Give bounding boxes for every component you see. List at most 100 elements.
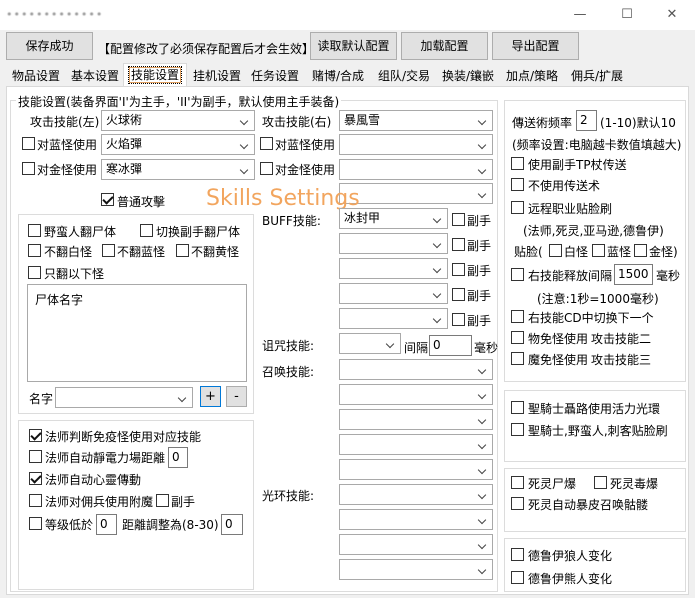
no-white-checkbox[interactable] — [28, 244, 41, 257]
buff-offhand-4-checkbox[interactable] — [452, 288, 465, 301]
tab-gamble[interactable]: 赌博/合成 — [307, 66, 369, 86]
teleport-freq-input[interactable]: 2 — [576, 110, 597, 131]
vs-blue-right-checkbox[interactable] — [260, 137, 273, 150]
level-below-input[interactable]: 0 — [96, 514, 117, 535]
barbarian-corpse-checkbox[interactable] — [28, 224, 41, 237]
right-interval-checkbox[interactable] — [511, 268, 524, 281]
vs-blue-checkbox[interactable] — [22, 137, 35, 150]
summon-label: 召唤技能: — [262, 365, 315, 379]
barbarian-corpse-label: 野蛮人翻尸体 — [44, 225, 117, 239]
tab-idle[interactable]: 挂机设置 — [190, 66, 244, 86]
maximize-icon[interactable]: ☐ — [612, 4, 642, 26]
switch-offhand-corpse-checkbox[interactable] — [140, 224, 153, 237]
buff-offhand-1-checkbox[interactable] — [452, 213, 465, 226]
summon-select-1[interactable] — [339, 359, 493, 380]
magic-immune-checkbox[interactable] — [511, 352, 524, 365]
corpse-explosion-label: 死灵尸爆 — [528, 477, 577, 491]
tab-stats[interactable]: 加点/策略 — [502, 66, 562, 86]
switch-offhand-corpse-label: 切换副手翻尸体 — [156, 225, 241, 239]
tab-items[interactable]: 物品设置 — [8, 66, 64, 86]
teleport-freq-label: 傳送術频率 — [512, 116, 573, 130]
paladin-face-checkbox[interactable] — [511, 423, 524, 436]
minimize-icon[interactable]: — — [565, 4, 595, 26]
poison-nova-label: 死灵毒爆 — [610, 477, 659, 491]
immune-switch-checkbox[interactable] — [29, 429, 42, 442]
werebear-checkbox[interactable] — [511, 571, 524, 584]
auto-telekinesis-checkbox[interactable] — [29, 472, 42, 485]
face-gold-checkbox[interactable] — [634, 244, 647, 257]
tab-quest[interactable]: 任务设置 — [248, 66, 302, 86]
curse-interval-input[interactable]: 0 — [429, 335, 472, 356]
tab-basic[interactable]: 基本设置 — [67, 66, 123, 86]
face-gold-label: 金怪) — [649, 245, 678, 259]
paladin-vigor-checkbox[interactable] — [511, 401, 524, 414]
buff-offhand-2-checkbox[interactable] — [452, 238, 465, 251]
chevron-down-icon — [431, 309, 445, 328]
vs-gold-right-select[interactable] — [339, 159, 493, 180]
attack-right-select[interactable]: 暴風雪 — [339, 110, 493, 131]
vs-blue-select[interactable]: 火焰彈 — [101, 134, 255, 155]
tab-equip[interactable]: 换装/鑲嵌 — [438, 66, 498, 86]
phys-immune-checkbox[interactable] — [511, 331, 524, 344]
auto-static-input[interactable]: 0 — [168, 447, 188, 468]
tab-skills[interactable]: 技能设置 — [123, 63, 187, 87]
buff-offhand-3-checkbox[interactable] — [452, 263, 465, 276]
vs-gold-select[interactable]: 寒冰彈 — [101, 159, 255, 180]
chevron-down-icon — [476, 535, 490, 554]
tab-merc[interactable]: 佣兵/扩展 — [566, 66, 628, 86]
werewolf-checkbox[interactable] — [511, 548, 524, 561]
attack-right-label: 攻击技能(右) — [262, 115, 332, 129]
attack-extra-select[interactable] — [339, 183, 493, 204]
add-button[interactable]: + — [200, 386, 221, 407]
buff-select-5[interactable] — [339, 308, 448, 329]
remove-button[interactable]: - — [226, 386, 247, 407]
distance-adjust-input[interactable]: 0 — [221, 514, 243, 535]
vs-gold-right-label: 对金怪使用 — [275, 163, 336, 177]
no-blue-checkbox[interactable] — [102, 244, 115, 257]
vs-gold-checkbox[interactable] — [22, 162, 35, 175]
load-default-button[interactable]: 读取默认配置 — [310, 32, 397, 60]
right-interval-input[interactable]: 1500 — [614, 264, 653, 285]
aura-select-3[interactable] — [339, 534, 493, 555]
use-offhand-tp-checkbox[interactable] — [511, 157, 524, 170]
ranged-face-checkbox[interactable] — [511, 201, 524, 214]
aura-select-4[interactable] — [339, 559, 493, 580]
corpse-list[interactable]: 尸体名字 — [27, 284, 247, 382]
no-teleport-checkbox[interactable] — [511, 178, 524, 191]
vs-gold-label: 对金怪使用 — [37, 163, 98, 177]
aura-select-2[interactable] — [339, 509, 493, 530]
merc-enchant-offhand-checkbox[interactable] — [156, 494, 169, 507]
no-yellow-checkbox[interactable] — [176, 244, 189, 257]
face-blue-checkbox[interactable] — [592, 244, 605, 257]
buff-select-3[interactable] — [339, 258, 448, 279]
buff-offhand-5-checkbox[interactable] — [452, 313, 465, 326]
auto-static-checkbox[interactable] — [29, 450, 42, 463]
vs-blue-right-select[interactable] — [339, 134, 493, 155]
only-below-checkbox[interactable] — [28, 266, 41, 279]
corpse-name-select[interactable] — [55, 387, 193, 408]
buff-select-4[interactable] — [339, 283, 448, 304]
poison-nova-checkbox[interactable] — [594, 476, 607, 489]
merc-enchant-checkbox[interactable] — [29, 494, 42, 507]
aura-select-1[interactable] — [339, 484, 493, 505]
corpse-explosion-checkbox[interactable] — [511, 476, 524, 489]
summon-select-2[interactable] — [339, 384, 493, 405]
normal-attack-checkbox[interactable] — [101, 193, 114, 206]
summon-select-4[interactable] — [339, 434, 493, 455]
attack-left-select[interactable]: 火球術 — [101, 110, 255, 131]
save-button[interactable]: 保存成功 — [6, 32, 93, 60]
buff-select-1[interactable]: 冰封甲 — [339, 208, 448, 229]
load-config-button[interactable]: 加载配置 — [401, 32, 488, 60]
face-white-checkbox[interactable] — [549, 244, 562, 257]
close-icon[interactable]: ✕ — [657, 4, 687, 26]
export-config-button[interactable]: 导出配置 — [492, 32, 579, 60]
buff-select-2[interactable] — [339, 233, 448, 254]
curse-select[interactable] — [339, 333, 401, 354]
summon-select-3[interactable] — [339, 409, 493, 430]
cd-switch-checkbox[interactable] — [511, 310, 524, 323]
level-below-checkbox[interactable] — [29, 517, 42, 530]
auto-revive-checkbox[interactable] — [511, 497, 524, 510]
summon-select-5[interactable] — [339, 459, 493, 480]
vs-gold-right-checkbox[interactable] — [260, 162, 273, 175]
tab-party[interactable]: 组队/交易 — [374, 66, 434, 86]
